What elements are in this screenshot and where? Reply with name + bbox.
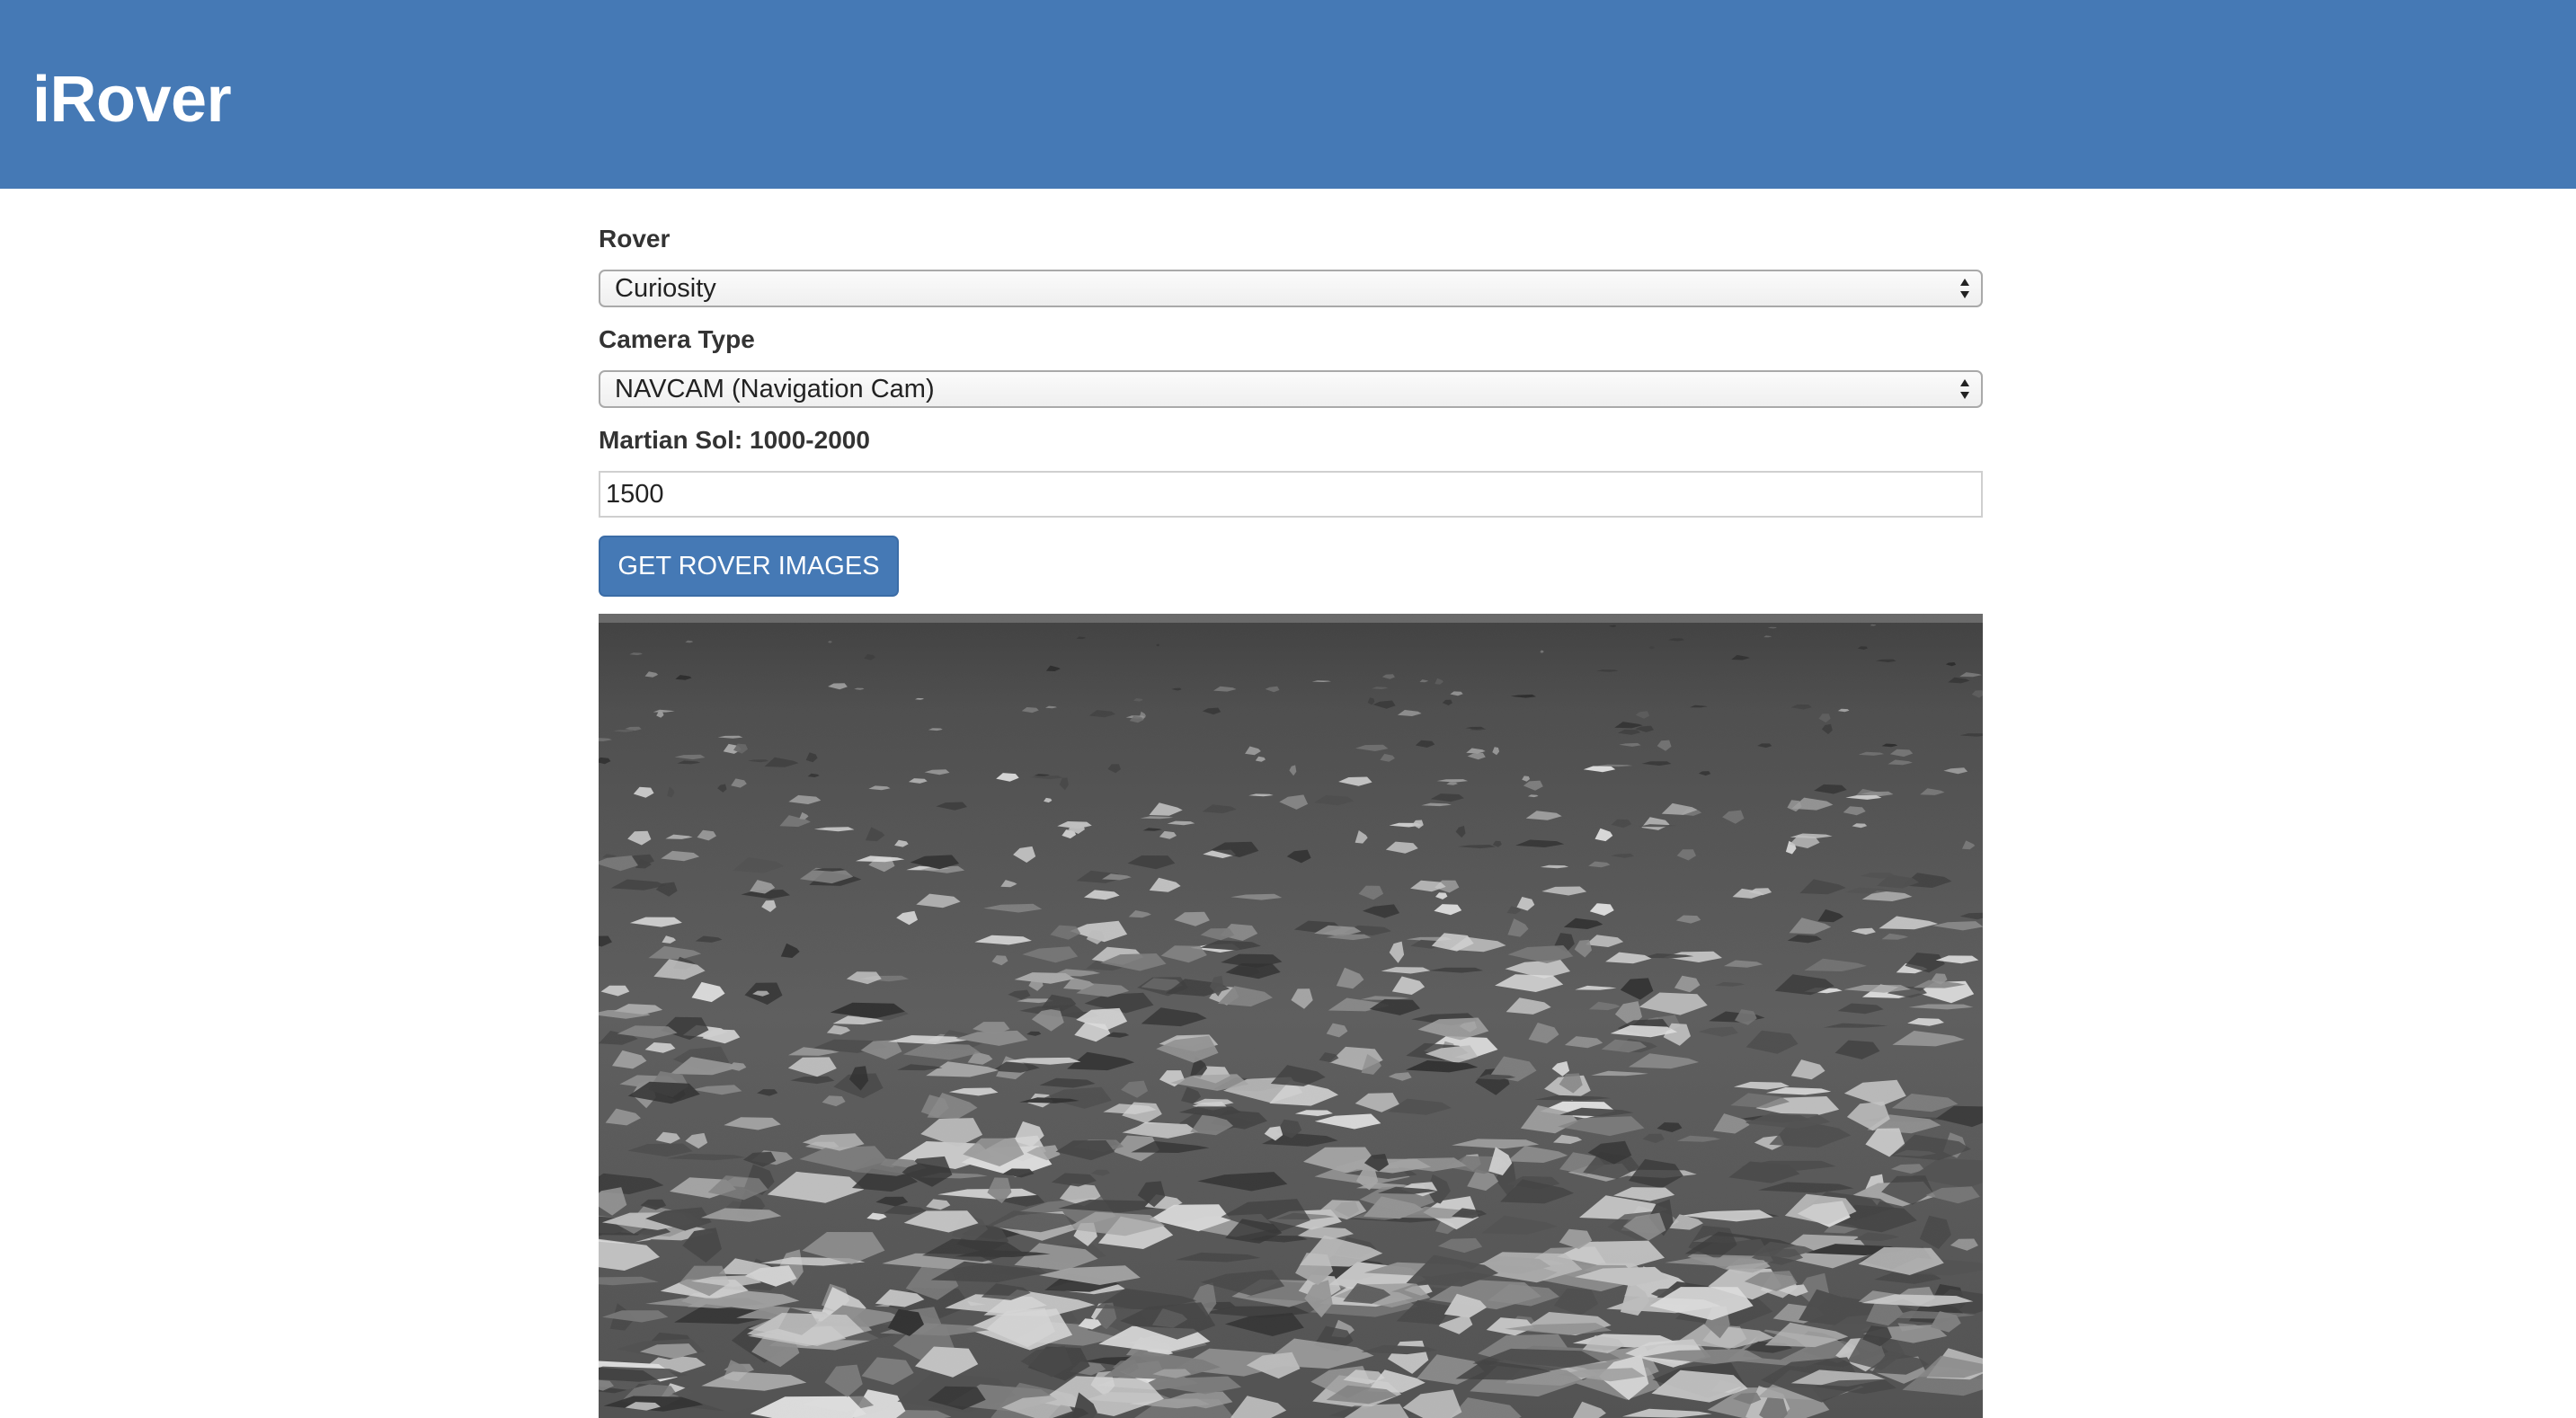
rover-photo-image <box>599 614 1983 1418</box>
martian-sol-value: 1500 <box>606 480 664 509</box>
navbar: iRover <box>0 0 2576 189</box>
camera-type-select-value: NAVCAM (Navigation Cam) <box>615 375 935 403</box>
rover-label: Rover <box>599 225 671 253</box>
get-rover-images-button[interactable]: GET ROVER IMAGES <box>599 536 899 597</box>
martian-sol-input[interactable]: 1500 <box>599 471 1983 518</box>
select-arrows-icon <box>1960 279 1969 298</box>
rover-select[interactable]: Curiosity <box>599 270 1983 307</box>
app-title[interactable]: iRover <box>32 58 232 142</box>
camera-type-label: Camera Type <box>599 325 755 353</box>
rover-select-value: Curiosity <box>615 274 716 303</box>
rover-photo <box>599 614 1983 1418</box>
martian-sol-label: Martian Sol: 1000-2000 <box>599 426 870 454</box>
camera-type-select[interactable]: NAVCAM (Navigation Cam) <box>599 370 1983 408</box>
select-arrows-icon <box>1960 379 1969 399</box>
